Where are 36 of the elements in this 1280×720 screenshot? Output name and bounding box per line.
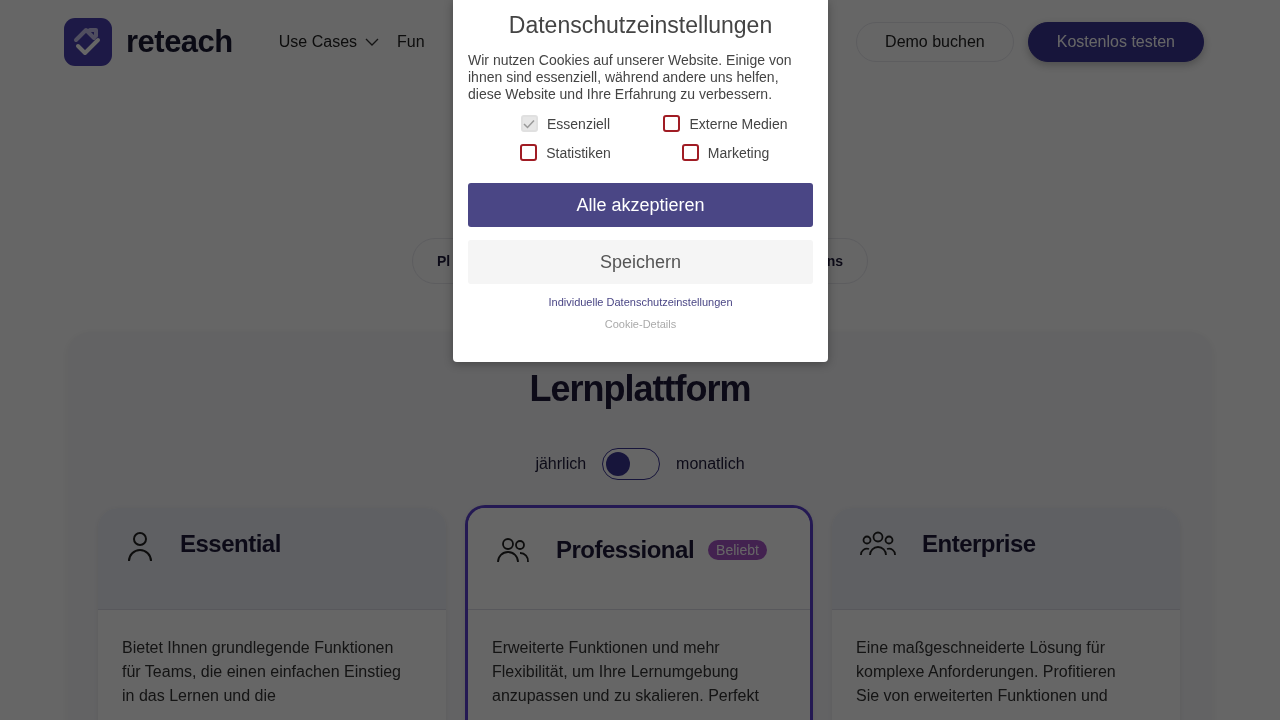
logo-text[interactable]: reteach [126,24,233,60]
checkbox-label: Essenziell [547,115,610,132]
dialog-title: Datenschutzeinstellungen [508,12,773,39]
accept-all-button[interactable]: Alle akzeptieren [468,183,813,227]
group-icon [860,530,896,556]
checkbox-label: Statistiken [546,144,611,161]
toggle-label: jährlich [535,455,587,473]
plan-description: Erweiterte Funktionen und mehr Flexibilität, um Ihre Lernumgebung anzupassen und zu skalieren. Perfekt [492,638,760,706]
checkbox-label: Externe Medien [689,115,788,132]
checkbox[interactable] [663,115,681,132]
nav-link[interactable]: Use Cases [278,33,380,51]
checkbox-label: Marketing [707,144,770,161]
cookie-details-link[interactable]: Cookie-Details [604,318,677,330]
plan-name: Professional [556,536,695,564]
people-icon [496,536,530,564]
checkbox[interactable] [681,144,699,161]
settings-link[interactable]: Individuelle Datenschutzeinstellungen [548,296,733,308]
plan-name: Essential [180,530,281,558]
toggle-label: monatlich [676,455,745,473]
nav-link[interactable]: Fun [397,33,425,51]
person-icon [126,530,154,562]
plan-name: Enterprise [922,530,1036,558]
billing-switch[interactable] [602,448,661,480]
trial-button[interactable]: Kostenlos testen [1027,22,1204,62]
dialog-text: Wir nutzen Cookies auf unserer Website. Einige von ihnen sind essenziell, während andere uns helfen, diese Website und Ihre Erfahrung zu verbessern. [468,52,793,103]
checkbox[interactable] [520,144,538,161]
tab-label[interactable]: Pl [437,253,451,269]
chevron-down-icon [365,38,380,46]
section-title: Lernplattform [528,368,752,410]
save-button[interactable]: Speichern [468,240,813,284]
plan-description: Eine maßgeschneiderte Lösung für komplexe Anforderungen. Profitieren Sie von erweiterten Funktionen und [856,638,1117,706]
logo-icon [64,18,112,66]
plan-description: Bietet Ihnen grundlegende Funktionen für Teams, die einen einfachen Einstieg in das Lernen und die [122,638,402,706]
demo-button[interactable]: Demo buchen [856,22,1014,62]
popular-badge: Beliebt [708,540,767,560]
tab-label[interactable]: ns [826,253,843,269]
